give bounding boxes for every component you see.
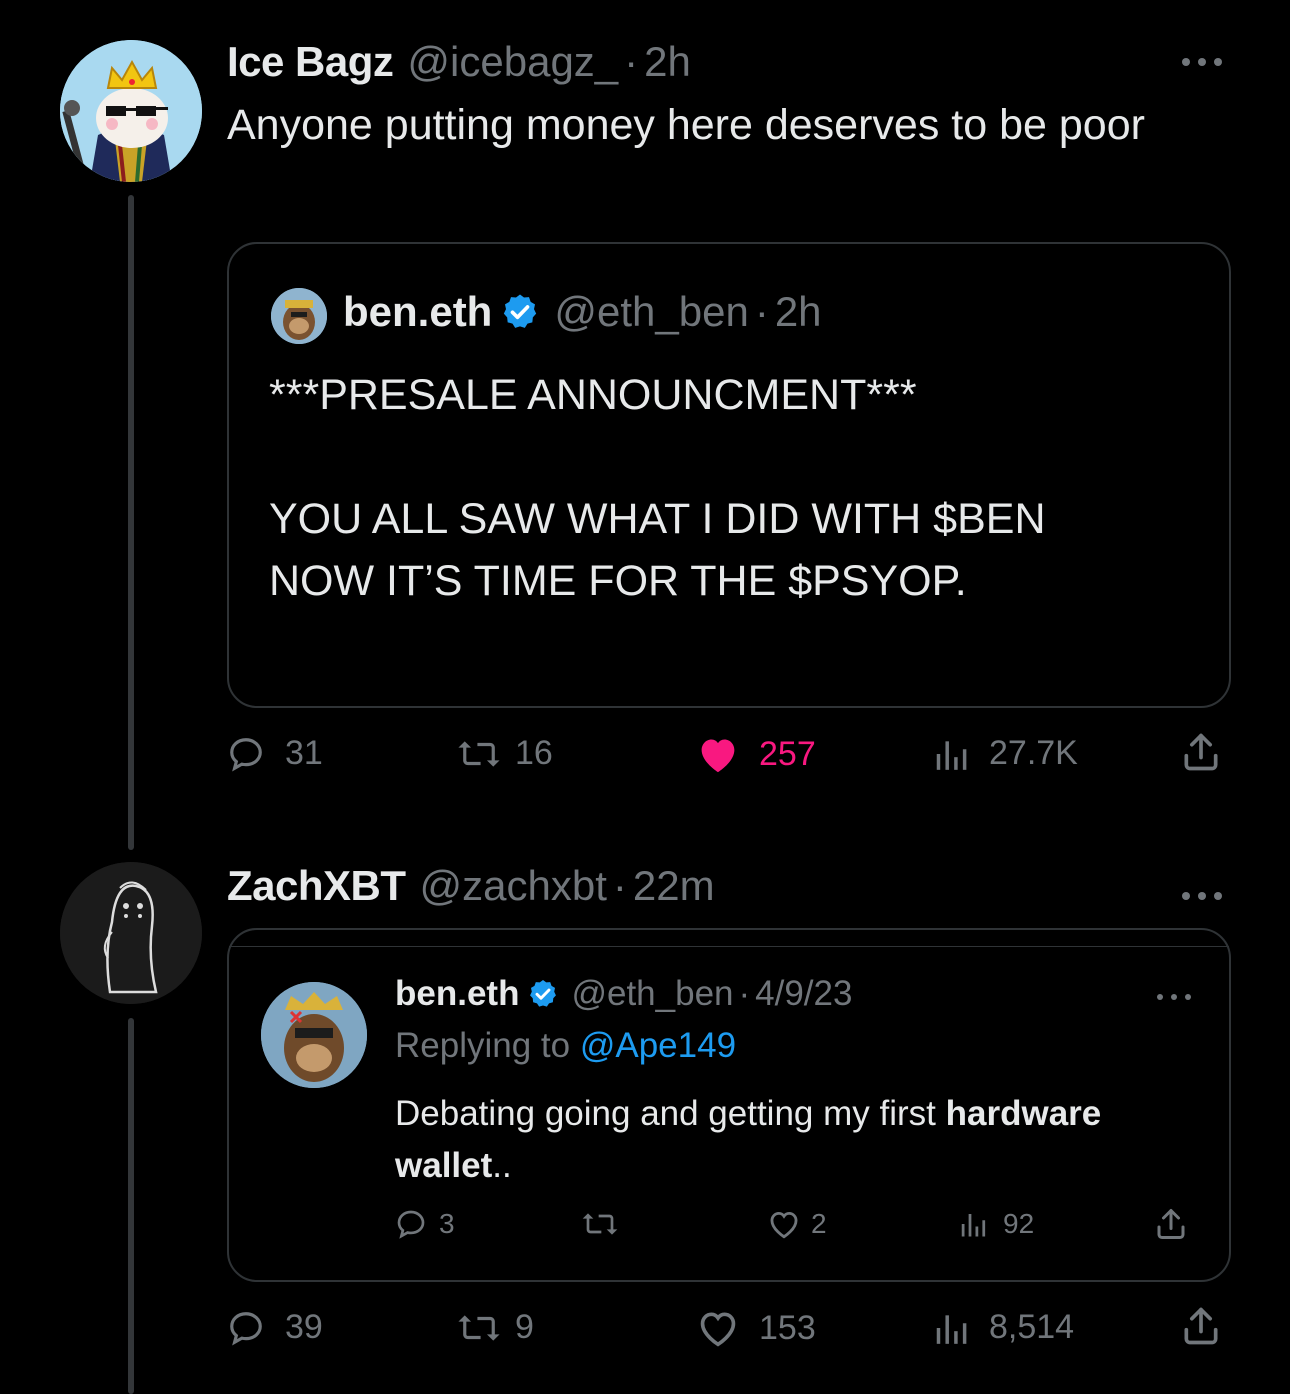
- embedded-separator-dot: ·: [738, 974, 751, 1013]
- reply-button[interactable]: 39: [227, 1308, 323, 1347]
- separator-dot: ·: [612, 862, 627, 909]
- quoted-tweet-card[interactable]: ben.eth @eth_ben · 2h ***PRESALE ANNOUNC…: [227, 242, 1231, 708]
- retweet-count: 9: [515, 1308, 534, 1346]
- reply-button[interactable]: 31: [227, 734, 323, 773]
- view-count: 27.7K: [989, 734, 1078, 772]
- share-button[interactable]: [1179, 730, 1223, 774]
- reply-count: 31: [285, 734, 323, 772]
- embedded-retweet: [580, 1208, 620, 1247]
- embedded-share: [1153, 1206, 1189, 1249]
- timestamp[interactable]: 22m: [633, 862, 715, 910]
- share-icon: [1157, 1209, 1185, 1239]
- heart-outline-icon: [770, 1211, 798, 1239]
- thread-line-2: [128, 1018, 134, 1394]
- embedded-screenshot-card[interactable]: ben.eth @eth_ben · 4/9/23 Replying to @A…: [227, 928, 1231, 1282]
- embedded-text-bold-1: hardware: [945, 1094, 1102, 1133]
- tweet-icebagz[interactable]: Ice Bagz @icebagz_ · 2h Anyone putting m…: [0, 0, 1290, 850]
- quote-display-name[interactable]: ben.eth: [343, 288, 492, 336]
- quote-line-3: NOW IT’S TIME FOR THE $PSYOP.: [269, 557, 967, 605]
- thread-line-1: [128, 195, 134, 850]
- reply-icon: [230, 737, 262, 771]
- embedded-text-after: ..: [492, 1146, 512, 1185]
- quote-line-2: YOU ALL SAW WHAT I DID WITH $BEN: [269, 495, 1046, 543]
- quote-text: ***PRESALE ANNOUNCMENT*** YOU ALL SAW WH…: [269, 364, 1199, 612]
- verified-badge-icon: [530, 980, 557, 1007]
- display-name[interactable]: ZachXBT: [227, 862, 406, 910]
- embedded-more-icon: [1155, 990, 1193, 1008]
- quote-line-1: ***PRESALE ANNOUNCMENT***: [269, 371, 917, 419]
- like-count: 257: [759, 734, 816, 773]
- embedded-reply: 3: [395, 1208, 455, 1240]
- quote-timestamp[interactable]: 2h: [775, 288, 822, 336]
- tweet-header: Ice Bagz @icebagz_ · 2h: [227, 38, 691, 86]
- heart-filled-icon: [701, 739, 735, 773]
- timestamp[interactable]: 2h: [644, 38, 691, 86]
- embedded-display-name: ben.eth: [395, 974, 520, 1013]
- share-icon: [1184, 733, 1218, 771]
- like-count: 153: [759, 1308, 816, 1347]
- replying-to-line: Replying to @Ape149: [395, 1026, 736, 1066]
- embedded-header: ben.eth @eth_ben · 4/9/23: [395, 974, 852, 1014]
- embedded-action-bar: 3 2 92: [395, 1208, 1195, 1248]
- more-options-icon[interactable]: [1180, 876, 1224, 910]
- embedded-views: 92: [957, 1208, 1034, 1240]
- embedded-reply-count: 3: [439, 1208, 455, 1239]
- embedded-view-count: 92: [1003, 1208, 1035, 1239]
- embedded-text-bold-2: wallet: [395, 1146, 493, 1185]
- retweet-icon: [458, 1314, 500, 1341]
- avatar-icebagz[interactable]: [60, 40, 202, 182]
- ape-avatar-icon: [261, 982, 367, 1088]
- avatar-ben-eth[interactable]: [261, 982, 367, 1088]
- screenshot-divider: [229, 946, 1229, 947]
- retweet-icon: [582, 1213, 618, 1235]
- like-button[interactable]: 257: [695, 734, 816, 774]
- embedded-like-count: 2: [811, 1208, 827, 1239]
- tweet-action-bar: 39 9 153 8,514: [227, 1304, 1227, 1364]
- verified-badge-icon: [504, 294, 537, 328]
- more-options-icon[interactable]: [1180, 42, 1224, 76]
- views-button[interactable]: 8,514: [931, 1308, 1074, 1347]
- ghost-detective-icon: [60, 862, 202, 1004]
- tweet-text: Anyone putting money here deserves to be…: [227, 101, 1145, 149]
- share-button[interactable]: [1179, 1304, 1223, 1348]
- avatar-icebagz-image: [60, 40, 202, 182]
- embedded-handle: @eth_ben: [571, 974, 734, 1013]
- heart-outline-icon: [700, 1312, 736, 1347]
- replying-handle-link: @Ape149: [579, 1026, 737, 1065]
- reply-icon: [230, 1311, 262, 1345]
- replying-prefix: Replying to: [395, 1026, 571, 1065]
- tweet-header: ZachXBT @zachxbt · 22m: [227, 862, 715, 910]
- share-icon: [1184, 1307, 1218, 1345]
- view-count: 8,514: [989, 1308, 1075, 1346]
- separator-dot: ·: [624, 38, 639, 85]
- embedded-text-before: Debating going and getting my first: [395, 1094, 936, 1133]
- ape-avatar-icon: [271, 288, 327, 344]
- tweet-zachxbt[interactable]: ZachXBT @zachxbt · 22m ben.eth @eth_ben …: [0, 850, 1290, 1394]
- views-bar-chart-icon: [936, 740, 967, 770]
- views-bar-chart-icon: [961, 1214, 986, 1237]
- quote-handle[interactable]: @eth_ben: [554, 288, 748, 336]
- username-handle[interactable]: @icebagz_: [407, 38, 618, 86]
- reply-icon: [397, 1210, 425, 1239]
- username-handle[interactable]: @zachxbt: [420, 862, 607, 910]
- embedded-like: 2: [767, 1208, 827, 1240]
- quote-header: ben.eth @eth_ben · 2h: [343, 288, 822, 336]
- views-button[interactable]: 27.7K: [931, 734, 1078, 773]
- retweet-count: 16: [515, 734, 553, 772]
- avatar-ben-eth-small[interactable]: [271, 288, 327, 344]
- tweet-action-bar: 31 16 257 27.7K: [227, 730, 1227, 790]
- like-button[interactable]: 153: [695, 1308, 816, 1348]
- retweet-button[interactable]: 16: [455, 734, 553, 773]
- embedded-date: 4/9/23: [755, 974, 853, 1013]
- display-name[interactable]: Ice Bagz: [227, 38, 394, 86]
- quote-separator-dot: ·: [754, 288, 769, 335]
- reply-count: 39: [285, 1308, 323, 1346]
- retweet-icon: [458, 740, 500, 767]
- avatar-zachxbt[interactable]: [60, 862, 202, 1004]
- views-bar-chart-icon: [936, 1314, 967, 1344]
- embedded-tweet-text: Debating going and getting my first hard…: [395, 1088, 1195, 1192]
- retweet-button[interactable]: 9: [455, 1308, 534, 1347]
